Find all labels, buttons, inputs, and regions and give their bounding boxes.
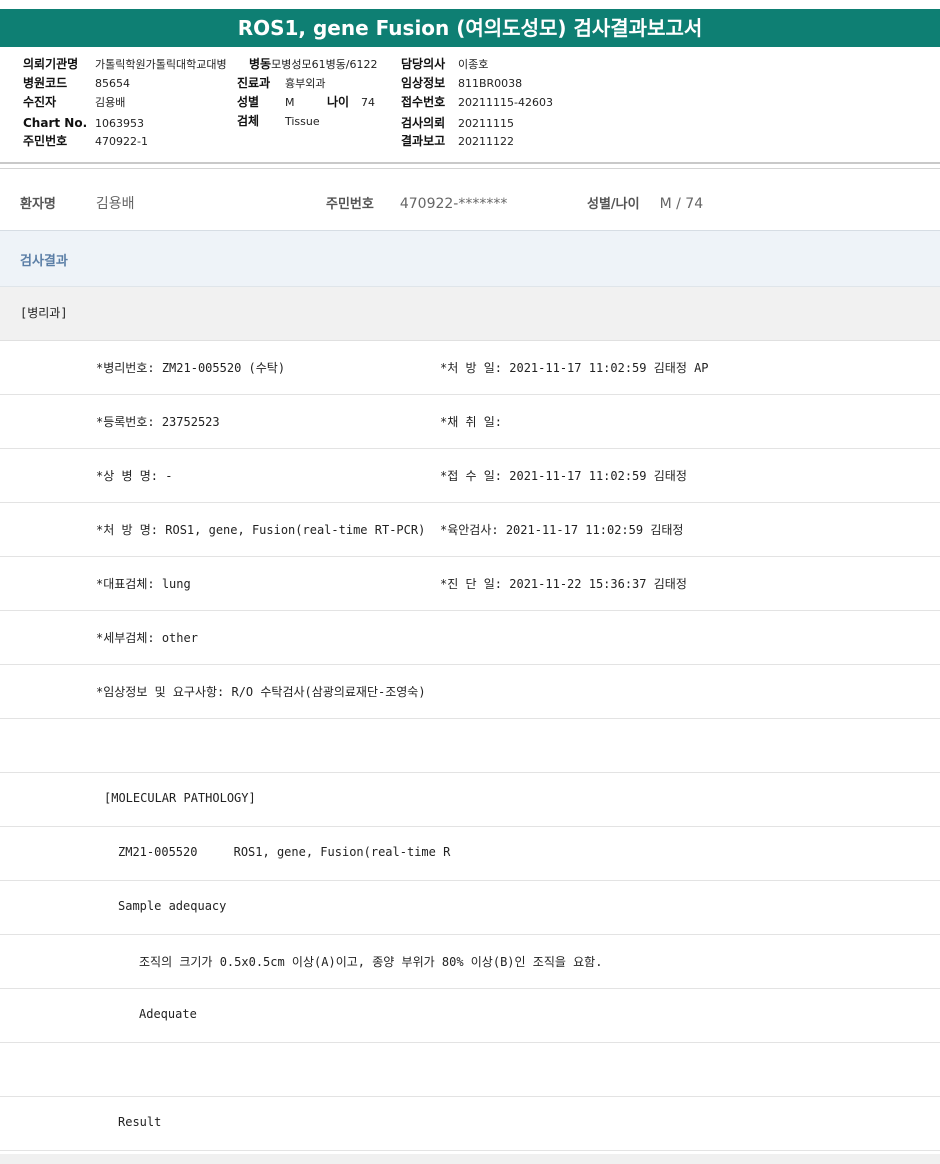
info-clinical: 임상정보 811BR0038	[401, 76, 523, 90]
info-receipt-no: 접수번호 20211115-42603	[401, 95, 553, 109]
info-doctor: 담당의사 이종호	[401, 57, 489, 71]
department-label: [병리과]	[0, 287, 940, 341]
info-hospital-code: 병원코드 85654	[23, 76, 130, 90]
result-row: Result	[0, 1097, 940, 1151]
result-section-header: 검사결과	[0, 231, 940, 287]
patient-sex-age: 성별/나이 M / 74	[587, 196, 704, 212]
result-row: [MOLECULAR PATHOLOGY]	[0, 773, 940, 827]
info-ward: 병동모병성모61병동/6122	[249, 57, 378, 71]
result-row: *상 병 명: - *접 수 일: 2021-11-17 11:02:59 김태정	[0, 449, 940, 503]
info-report-date: 결과보고 20211122	[401, 134, 514, 148]
info-department: 진료과 흉부외과	[237, 76, 326, 90]
patient-summary-row: 환자명 김용배 주민번호 470922-******* 성별/나이 M / 74	[0, 174, 940, 231]
info-chart-no: Chart No. 1063953	[23, 116, 144, 130]
result-row: *처 방 명: ROS1, gene, Fusion(real-time RT-…	[0, 503, 940, 557]
info-specimen: 검체 Tissue	[237, 114, 320, 128]
report-title: ROS1, gene Fusion (여의도성모) 검사결과보고서	[0, 9, 940, 47]
divider	[0, 168, 940, 169]
result-row: *등록번호: 23752523 *채 취 일:	[0, 395, 940, 449]
result-row	[0, 1043, 940, 1097]
info-age: 나이 74	[327, 95, 375, 109]
result-row	[0, 719, 940, 773]
result-table: *병리번호: ZM21-005520 (수탁) *처 방 일: 2021-11-1…	[0, 341, 940, 1151]
report-info-panel: 의뢰기관명 가톨릭학원가톨릭대학교대병 병원코드 85654 수진자 김용배 Char…	[0, 50, 940, 160]
result-row: Adequate	[0, 989, 940, 1043]
patient-name: 환자명 김용배	[20, 196, 135, 212]
result-row: *임상정보 및 요구사항: R/O 수탁검사(삼광의료재단-조영숙)	[0, 665, 940, 719]
patient-resident-no: 주민번호 470922-*******	[326, 196, 508, 212]
divider	[0, 162, 940, 164]
info-sex: 성별 M	[237, 95, 295, 109]
result-row: *병리번호: ZM21-005520 (수탁) *처 방 일: 2021-11-1…	[0, 341, 940, 395]
result-row: Sample adequacy	[0, 881, 940, 935]
result-row: *세부검체: other	[0, 611, 940, 665]
info-institution: 의뢰기관명 가톨릭학원가톨릭대학교대병	[23, 57, 227, 71]
info-patient-name: 수진자 김용배	[23, 95, 126, 109]
result-row: *대표검체: lung *진 단 일: 2021-11-22 15:36:37 김…	[0, 557, 940, 611]
info-request-date: 검사의뢰 20211115	[401, 116, 514, 130]
bottom-strip	[0, 1154, 940, 1164]
result-row: ZM21-005520 ROS1, gene, Fusion(real-time…	[0, 827, 940, 881]
info-resident-no: 주민번호 470922-1	[23, 134, 148, 148]
result-row: 조직의 크기가 0.5x0.5cm 이상(A)이고, 종양 부위가 80% 이상…	[0, 935, 940, 989]
